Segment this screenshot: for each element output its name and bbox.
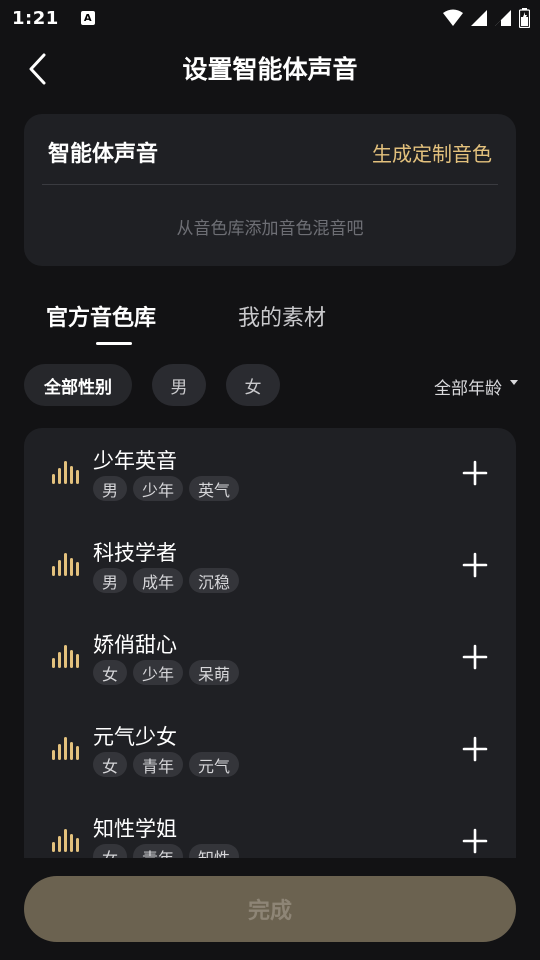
voice-tag: 沉稳: [189, 568, 240, 593]
back-button[interactable]: [22, 52, 52, 86]
voice-card-title: 智能体声音: [48, 142, 159, 167]
voice-tag: 成年: [133, 568, 184, 593]
sound-wave-icon: [52, 645, 79, 668]
voice-tag: 少年: [133, 476, 184, 501]
voice-tag: 青年: [133, 752, 184, 777]
wifi-icon: [443, 9, 463, 26]
active-tab-indicator: [96, 342, 132, 345]
list-item[interactable]: 科技学者 男 成年 沉稳: [24, 520, 516, 612]
voice-tag: 女: [93, 660, 128, 685]
caret-down-icon: [510, 380, 518, 385]
voice-tag: 少年: [133, 660, 184, 685]
voice-tags: 女 青年 知性: [93, 844, 240, 858]
age-filter-dropdown[interactable]: 全部年龄: [434, 374, 502, 399]
voice-name: 科技学者: [93, 541, 177, 565]
voice-tag: 青年: [133, 844, 184, 858]
voice-tags: 女 青年 元气: [93, 752, 240, 777]
voice-tag: 男: [93, 568, 128, 593]
voice-name: 少年英音: [93, 449, 177, 473]
empty-mix-hint: 从音色库添加音色混音吧: [176, 219, 364, 239]
generate-custom-voice-link[interactable]: 生成定制音色: [372, 138, 492, 167]
battery-icon: [519, 8, 530, 28]
filter-bar: 全部性别 男 女 全部年龄: [0, 364, 540, 408]
voice-tag: 知性: [189, 844, 240, 858]
library-tabs: 官方音色库 我的素材: [0, 296, 540, 352]
list-item[interactable]: 元气少女 女 青年 元气: [24, 704, 516, 796]
sound-wave-icon: [52, 737, 79, 760]
voice-tags: 女 少年 呆萌: [93, 660, 240, 685]
header: 设置智能体声音: [0, 40, 540, 96]
plus-icon[interactable]: [462, 828, 488, 854]
plus-icon[interactable]: [462, 552, 488, 578]
voice-tag: 女: [93, 752, 128, 777]
plus-icon[interactable]: [462, 644, 488, 670]
voice-tags: 男 成年 沉稳: [93, 568, 240, 593]
voice-tag: 男: [93, 476, 128, 501]
signal-icon: [495, 10, 511, 26]
page-title: 设置智能体声音: [182, 55, 358, 84]
done-button[interactable]: 完成: [24, 876, 516, 942]
agent-voice-card: 智能体声音 生成定制音色 从音色库添加音色混音吧: [24, 114, 516, 266]
list-item[interactable]: 少年英音 男 少年 英气: [24, 428, 516, 520]
status-bar: 1:21 A: [0, 0, 540, 36]
voice-name: 娇俏甜心: [93, 633, 177, 657]
list-item[interactable]: 知性学姐 女 青年 知性: [24, 796, 516, 858]
sound-wave-icon: [52, 553, 79, 576]
chevron-left-icon: [29, 53, 46, 85]
filter-chip-male[interactable]: 男: [152, 364, 206, 406]
sound-wave-icon: [52, 461, 79, 484]
list-item[interactable]: 娇俏甜心 女 少年 呆萌: [24, 612, 516, 704]
plus-icon[interactable]: [462, 460, 488, 486]
tab-official-library[interactable]: 官方音色库: [46, 300, 156, 332]
voice-tag: 女: [93, 844, 128, 858]
voice-list: 少年英音 男 少年 英气 科技学者 男 成年 沉稳 娇俏甜心 女 少年 呆萌 元…: [24, 428, 516, 858]
voice-tags: 男 少年 英气: [93, 476, 240, 501]
voice-tag: 英气: [189, 476, 240, 501]
filter-chip-female[interactable]: 女: [226, 364, 280, 406]
card-divider: [42, 184, 498, 185]
status-time: 1:21: [12, 7, 59, 29]
voice-name: 知性学姐: [93, 817, 177, 841]
voice-tag: 元气: [189, 752, 240, 777]
voice-name: 元气少女: [93, 725, 177, 749]
plus-icon[interactable]: [462, 736, 488, 762]
notification-icon: A: [80, 11, 95, 25]
tab-my-materials[interactable]: 我的素材: [238, 300, 326, 332]
signal-icon: [471, 10, 487, 26]
sound-wave-icon: [52, 829, 79, 852]
voice-tag: 呆萌: [189, 660, 240, 685]
status-icons: [443, 8, 530, 28]
filter-chip-all-genders[interactable]: 全部性别: [24, 364, 132, 406]
